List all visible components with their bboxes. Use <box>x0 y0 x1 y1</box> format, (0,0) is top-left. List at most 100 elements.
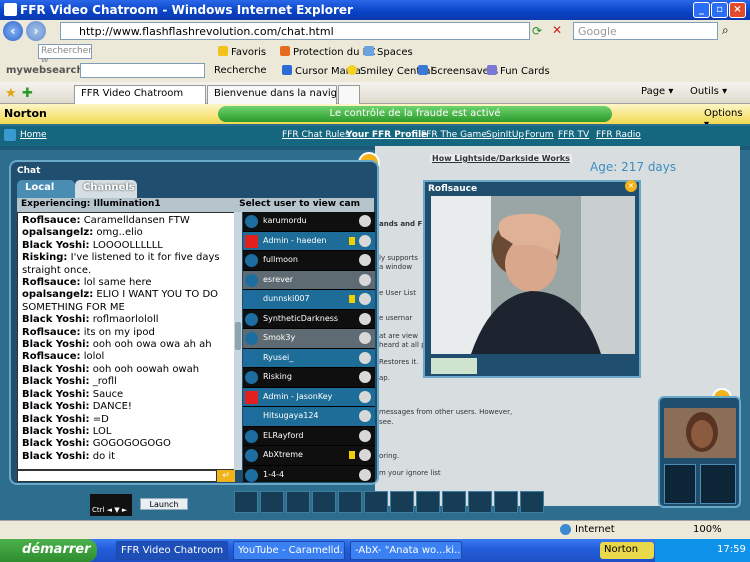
cam-slot[interactable] <box>364 491 388 513</box>
nav-the-game[interactable]: FFR The Game <box>421 130 487 140</box>
task-abx[interactable]: -AbX- "Anata wo...ki... <box>350 541 462 560</box>
send-button[interactable]: ↵ <box>217 470 235 482</box>
user-row[interactable]: fullmoon <box>243 251 375 271</box>
norton-fraud-status[interactable]: Le contrôle de la fraude est activé <box>218 106 612 122</box>
back-button[interactable]: ‹ <box>3 21 23 41</box>
tab-local[interactable]: Local <box>17 180 75 198</box>
scroll-thumb[interactable] <box>235 322 241 350</box>
user-row[interactable]: karumordu <box>243 212 375 232</box>
webcam-controls[interactable] <box>431 358 477 374</box>
start-button[interactable]: démarrer <box>0 539 97 562</box>
user-row[interactable]: 1-4-4 <box>243 465 375 482</box>
webcam-icon[interactable] <box>359 449 371 461</box>
search-input[interactable]: Google <box>573 22 718 40</box>
message-user[interactable]: Roflsauce: <box>22 277 81 288</box>
side-webcam-thumb[interactable] <box>664 408 736 458</box>
message-user[interactable]: Black Yoshi: <box>22 426 90 437</box>
add-favorite-icon[interactable]: ✚ <box>22 86 33 101</box>
search-icon[interactable]: ⌕ <box>722 23 729 38</box>
message-user[interactable]: Black Yoshi: <box>22 339 90 350</box>
user-row[interactable]: Smok3y <box>243 329 375 349</box>
recherche-button[interactable]: Recherche <box>214 65 267 76</box>
zoom-level[interactable]: 100% <box>693 524 722 535</box>
task-ffr-chatroom[interactable]: FFR Video Chatroom ... <box>116 541 228 560</box>
favoris-button[interactable]: Favoris <box>218 46 266 58</box>
page-menu[interactable]: Page ▾ <box>641 86 673 97</box>
message-user[interactable]: Black Yoshi: <box>22 389 90 400</box>
nav-spinitup[interactable]: SpinItUp <box>486 130 524 140</box>
user-row[interactable]: AbXtreme <box>243 446 375 466</box>
webcam-icon[interactable] <box>359 234 371 247</box>
webcam-icon[interactable] <box>359 371 371 383</box>
webcam-icon[interactable] <box>359 468 371 481</box>
webcam-icon[interactable] <box>359 390 371 403</box>
message-user[interactable]: Roflsauce: <box>22 327 81 338</box>
side-user-slot[interactable] <box>700 464 736 504</box>
message-user[interactable]: Black Yoshi: <box>22 376 90 387</box>
cam-slot[interactable] <box>286 491 310 513</box>
norton-tray-button[interactable]: Norton <box>600 542 654 559</box>
message-user[interactable]: Black Yoshi: <box>22 414 90 425</box>
cam-slot[interactable] <box>338 491 362 513</box>
webcam-icon[interactable] <box>359 312 371 325</box>
cam-slot[interactable] <box>520 491 544 513</box>
nav-ffr-tv[interactable]: FFR TV <box>558 130 589 140</box>
message-user[interactable]: Risking: <box>22 252 67 263</box>
message-user[interactable]: Black Yoshi: <box>22 314 90 325</box>
cam-slot[interactable] <box>234 491 258 513</box>
webcam-icon[interactable] <box>359 332 371 344</box>
cam-slot[interactable] <box>442 491 466 513</box>
webcam-icon[interactable] <box>359 429 371 442</box>
cam-slot[interactable] <box>494 491 518 513</box>
message-user[interactable]: Roflsauce: <box>22 215 81 226</box>
user-row[interactable]: dunnski007 <box>243 290 375 310</box>
user-row[interactable]: SyntheticDarkness <box>243 309 375 329</box>
mywebsearch-input[interactable] <box>80 63 205 78</box>
home-link[interactable]: Home <box>20 130 47 140</box>
nav-profile[interactable]: Your FFR Profile <box>346 130 427 140</box>
nav-ffr-radio[interactable]: FFR Radio <box>596 130 641 140</box>
webcam-icon[interactable] <box>359 410 371 422</box>
user-row[interactable]: Admin - JasonKey <box>243 387 375 407</box>
side-user-slot[interactable] <box>664 464 696 504</box>
message-user[interactable]: Black Yoshi: <box>22 451 90 462</box>
webcam-icon[interactable] <box>359 351 371 364</box>
favorites-star-icon[interactable]: ★ <box>5 86 17 101</box>
refresh-icon[interactable]: ⟳ <box>532 24 542 38</box>
message-user[interactable]: Black Yoshi: <box>22 240 90 251</box>
webcam-icon[interactable] <box>359 215 371 227</box>
cam-slot[interactable] <box>468 491 492 513</box>
nav-chat-rules[interactable]: FFR Chat Rules <box>282 130 350 140</box>
close-button[interactable]: × <box>729 2 746 18</box>
spaces-button[interactable]: Spaces <box>364 46 413 58</box>
message-user[interactable]: Black Yoshi: <box>22 438 90 449</box>
cam-slot[interactable] <box>260 491 284 513</box>
nav-forum[interactable]: Forum <box>525 130 554 140</box>
message-user[interactable]: Roflsauce: <box>22 351 81 362</box>
maximize-button[interactable]: ▫ <box>711 2 728 18</box>
outils-menu[interactable]: Outils ▾ <box>690 86 727 97</box>
cam-slot[interactable] <box>390 491 414 513</box>
message-user[interactable]: opalsangelz: <box>22 227 93 238</box>
webcam-icon[interactable] <box>359 293 371 305</box>
user-row[interactable]: esrever <box>243 270 375 290</box>
webcam-icon[interactable] <box>359 254 371 266</box>
stop-icon[interactable]: ✕ <box>552 23 562 37</box>
chat-input[interactable] <box>17 470 217 482</box>
user-row[interactable]: Hitsugaya124 <box>243 407 375 427</box>
message-user[interactable]: opalsangelz: <box>22 289 93 300</box>
message-user[interactable]: Black Yoshi: <box>22 401 90 412</box>
forward-button[interactable]: › <box>26 21 46 41</box>
webcam-icon[interactable] <box>359 273 371 286</box>
user-row[interactable]: ELRayford <box>243 426 375 446</box>
lightside-heading[interactable]: How Lightside/Darkside Works <box>430 154 572 163</box>
user-row[interactable]: Ryusei_ <box>243 348 375 368</box>
tab-channels[interactable]: Channels <box>75 180 137 198</box>
address-bar[interactable]: http://www.flashflashrevolution.com/chat… <box>60 22 530 40</box>
cam-slot[interactable] <box>312 491 336 513</box>
task-youtube[interactable]: YouTube - Caramelld... <box>233 541 345 560</box>
new-tab-button[interactable] <box>338 85 360 104</box>
close-cam-icon[interactable]: × <box>625 180 637 192</box>
user-row[interactable]: Risking <box>243 368 375 388</box>
message-user[interactable]: Black Yoshi: <box>22 364 90 375</box>
